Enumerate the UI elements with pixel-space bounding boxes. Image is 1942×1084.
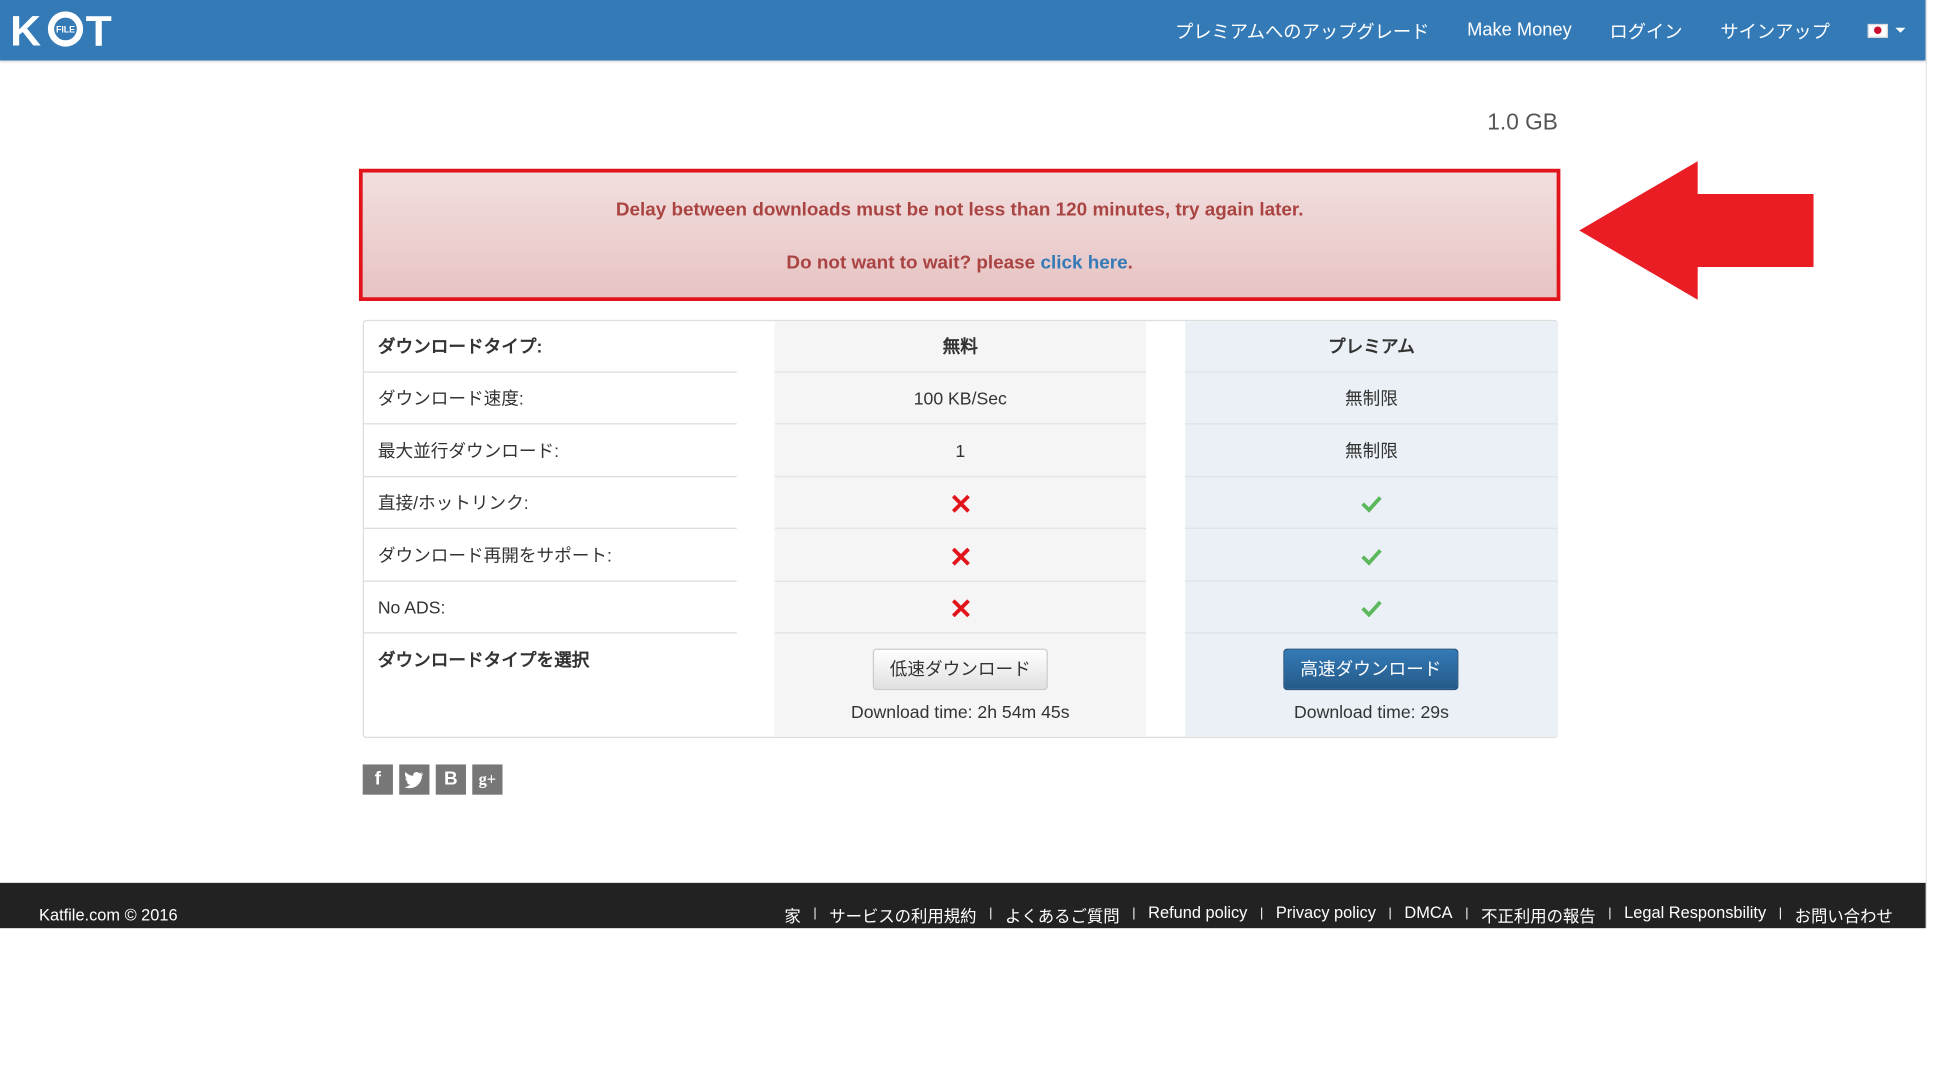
- check-icon: [1361, 496, 1382, 513]
- cross-icon: [951, 548, 970, 566]
- row-divider: [1185, 632, 1558, 634]
- file-size: 1.0 GB: [1487, 109, 1558, 135]
- row-divider: [363, 632, 737, 634]
- share-icons: f B g+: [362, 764, 509, 795]
- row-divider: [1185, 527, 1558, 529]
- free-resume: [775, 530, 1147, 582]
- footer-link-contact[interactable]: お問い合わせ: [1795, 903, 1893, 927]
- download-type-table: ダウンロードタイプ: 無料 プレミアム ダウンロード速度: 100 KB/Sec…: [362, 319, 1558, 739]
- footer-links: 家 | サービスの利用規約 | よくあるご質問 | Refund policy | Pr…: [784, 903, 1893, 927]
- table-row: 最大並行ダウンロード: 1 無制限: [363, 426, 1558, 478]
- slow-download-button[interactable]: 低速ダウンロード: [872, 648, 1048, 691]
- free-hotlink: [775, 477, 1147, 529]
- free-download-time: Download time: 2h 54m 45s: [851, 701, 1070, 722]
- cross-icon: [951, 495, 970, 513]
- table-row: No ADS:: [363, 582, 1558, 634]
- alert-click-here-link[interactable]: click here: [1040, 252, 1127, 273]
- alert-prompt: Do not want to wait? please: [786, 251, 1041, 274]
- free-no-ads: [775, 582, 1147, 634]
- row-divider: [774, 423, 1147, 425]
- arrow-shape: [1579, 161, 1814, 300]
- nav-make-money[interactable]: Make Money: [1467, 20, 1572, 40]
- page-root: K FILE T プレミアムへのアップグレード Make Money ログイン …: [0, 0, 1942, 1083]
- row-divider: [363, 423, 737, 425]
- footer-divider: |: [1259, 906, 1264, 921]
- row-label-resume: ダウンロード再開をサポート:: [377, 545, 612, 566]
- top-navbar: K FILE T プレミアムへのアップグレード Make Money ログイン …: [0, 0, 1926, 61]
- row-label-hotlink: 直接/ホットリンク:: [377, 492, 529, 513]
- footer-link-privacy[interactable]: Privacy policy: [1276, 903, 1376, 927]
- language-dropdown[interactable]: [1867, 23, 1906, 38]
- logo-letter-k: K: [10, 7, 41, 51]
- footer-link-dmca[interactable]: DMCA: [1404, 903, 1452, 927]
- row-label-no-ads: No ADS:: [377, 596, 446, 618]
- row-divider: [774, 632, 1147, 634]
- select-type-label: ダウンロードタイプを選択: [377, 649, 590, 671]
- facebook-icon[interactable]: f: [362, 764, 393, 795]
- row-divider: [1185, 423, 1558, 425]
- footer-divider: |: [1465, 906, 1469, 921]
- row-divider: [774, 527, 1147, 529]
- footer-link-faq[interactable]: よくあるご質問: [1005, 903, 1120, 927]
- alert-message: Delay between downloads must be not less…: [615, 198, 1304, 221]
- logo-letter-t: T: [86, 7, 112, 51]
- premium-resume: [1185, 530, 1558, 582]
- footer-link-refund[interactable]: Refund policy: [1148, 903, 1247, 927]
- table-header-row: ダウンロードタイプ: 無料 プレミアム: [363, 321, 1558, 373]
- alert-suffix: .: [1127, 251, 1133, 274]
- row-divider: [363, 527, 737, 529]
- fast-download-button[interactable]: 高速ダウンロード: [1283, 648, 1459, 691]
- footer-link-terms[interactable]: サービスの利用規約: [829, 903, 976, 927]
- table-row: ダウンロード速度: 100 KB/Sec 無制限: [363, 373, 1558, 425]
- premium-speed: 無制限: [1345, 387, 1398, 409]
- alert-prompt-line: Do not want to wait? please click here.: [363, 252, 1557, 273]
- footer: Katfile.com © 2016 家 | サービスの利用規約 | よくあるご質問…: [0, 882, 1926, 929]
- red-arrow-annotation: [1579, 161, 1814, 300]
- footer-divider: |: [1778, 906, 1783, 921]
- google-plus-icon[interactable]: g+: [472, 764, 503, 795]
- header-free: 無料: [942, 336, 978, 357]
- logo-badge: FILE: [56, 25, 75, 35]
- header-premium: プレミアム: [1328, 336, 1415, 357]
- blogger-icon[interactable]: B: [435, 764, 466, 795]
- free-speed: 100 KB/Sec: [913, 387, 1007, 409]
- row-label-speed: ダウンロード速度:: [377, 387, 524, 409]
- header-label: ダウンロードタイプ:: [377, 336, 543, 357]
- footer-divider: |: [1388, 906, 1392, 921]
- premium-hotlink: [1185, 477, 1558, 529]
- check-icon: [1361, 601, 1382, 618]
- cross-icon: [951, 599, 970, 618]
- row-label-parallel: 最大並行ダウンロード:: [377, 440, 560, 461]
- nav-upgrade-premium[interactable]: プレミアムへのアップグレード: [1175, 17, 1429, 43]
- footer-link-report-abuse[interactable]: 不正利用の報告: [1481, 903, 1596, 927]
- free-parallel: 1: [955, 440, 966, 461]
- caret-down-icon: [1895, 27, 1906, 33]
- premium-no-ads: [1185, 582, 1558, 634]
- nav-login[interactable]: ログイン: [1610, 17, 1683, 43]
- premium-download-time: Download time: 29s: [1294, 701, 1449, 722]
- twitter-icon[interactable]: [399, 764, 430, 795]
- nav-signup[interactable]: サインアップ: [1720, 17, 1830, 43]
- footer-link-legal[interactable]: Legal Responsbility: [1624, 903, 1766, 927]
- twitter-bird-glyph: [404, 772, 424, 789]
- table-row: 直接/ホットリンク:: [363, 477, 1558, 529]
- footer-divider: |: [813, 906, 817, 921]
- page-edge-divider: [1925, 0, 1927, 929]
- katfile-logo[interactable]: K FILE T: [10, 6, 126, 51]
- download-delay-alert: Delay between downloads must be not less…: [358, 168, 1561, 301]
- footer-divider: |: [1608, 906, 1612, 921]
- footer-divider: |: [989, 906, 993, 921]
- footer-link-home[interactable]: 家: [784, 903, 800, 927]
- premium-parallel: 無制限: [1345, 440, 1398, 461]
- copyright: Katfile.com © 2016: [39, 905, 178, 925]
- nav-links: プレミアムへのアップグレード Make Money ログイン サインアップ: [1137, 0, 1906, 60]
- table-row: ダウンロード再開をサポート:: [363, 530, 1558, 582]
- check-icon: [1361, 549, 1382, 566]
- japan-flag-icon: [1867, 23, 1888, 38]
- footer-divider: |: [1132, 906, 1136, 921]
